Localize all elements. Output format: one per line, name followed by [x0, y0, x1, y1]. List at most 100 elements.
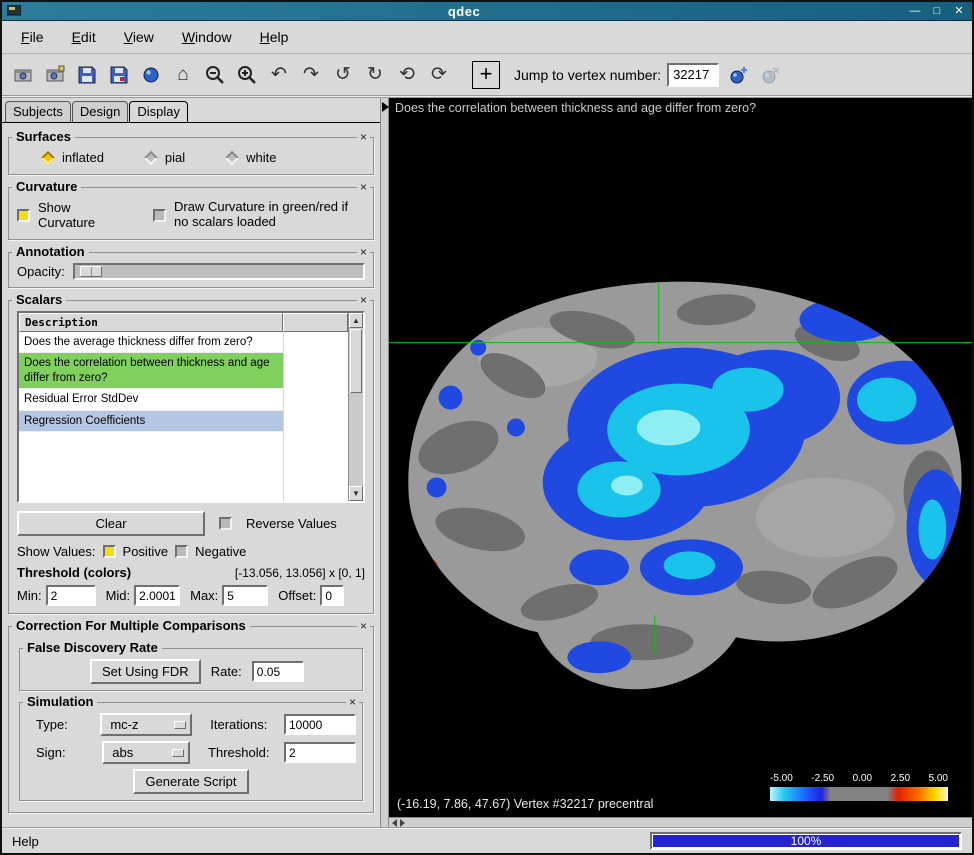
scalar-row-regression-coefficients[interactable]: Regression Coefficients [19, 411, 283, 432]
surfaces-close-icon[interactable]: × [357, 130, 370, 144]
max-input[interactable] [222, 585, 268, 606]
simulation-title: Simulation [23, 694, 97, 709]
type-dropdown[interactable]: mc-z [100, 713, 192, 736]
rate-input[interactable] [252, 661, 304, 682]
zoom-out-icon[interactable] [202, 62, 228, 88]
menu-file[interactable]: File [17, 27, 48, 47]
show-values-label: Show Values: [17, 544, 96, 559]
curvature-title: Curvature [12, 179, 81, 194]
correction-close-icon[interactable]: × [357, 619, 370, 633]
remove-marker-icon[interactable] [757, 62, 783, 88]
spin-ccw-icon[interactable]: ⟲ [394, 62, 420, 88]
curvature-group: Curvature × Show Curvature Draw Curvatur… [8, 187, 374, 240]
scalars-close-icon[interactable]: × [357, 293, 370, 307]
negative-checkbox[interactable] [175, 545, 188, 558]
surface-option-inflated[interactable]: inflated [43, 150, 104, 165]
surface-option-pial[interactable]: pial [146, 150, 185, 165]
draw-curvature-checkbox[interactable] [153, 209, 166, 222]
colorbar-gradient [770, 787, 948, 801]
scrollbar-up-icon[interactable]: ▲ [349, 313, 363, 328]
annotation-close-icon[interactable]: × [357, 245, 370, 259]
home-icon[interactable]: ⌂ [170, 62, 196, 88]
negative-label: Negative [195, 544, 246, 559]
rotate-right-icon[interactable]: ↷ [298, 62, 324, 88]
menu-view[interactable]: View [120, 27, 158, 47]
menu-window[interactable]: Window [178, 27, 236, 47]
sign-label: Sign: [26, 745, 96, 760]
curvature-close-icon[interactable]: × [357, 180, 370, 194]
save-scalars-icon[interactable] [106, 62, 132, 88]
show-curvature-checkbox[interactable] [17, 209, 30, 222]
save-surface-icon[interactable] [74, 62, 100, 88]
sign-value: abs [112, 745, 133, 760]
min-label: Min: [17, 588, 42, 603]
iterations-label: Iterations: [210, 717, 278, 732]
scrollbar-down-icon[interactable]: ▼ [349, 486, 363, 501]
opacity-slider-thumb[interactable] [80, 266, 102, 277]
rotate-up-icon[interactable]: ↺ [330, 62, 356, 88]
tab-display[interactable]: Display [129, 101, 188, 122]
scalar-row-avg-thickness[interactable]: Does the average thickness differ from z… [19, 332, 283, 353]
save-multiple-tiff-icon[interactable] [42, 62, 68, 88]
rotate-down-icon[interactable]: ↻ [362, 62, 388, 88]
menu-edit[interactable]: Edit [68, 27, 100, 47]
vertex-number-input[interactable] [667, 63, 719, 87]
scalar-row-correlation-selected[interactable]: Does the correlation between thickness a… [19, 353, 283, 389]
close-icon[interactable]: ✕ [951, 3, 967, 19]
fdr-title: False Discovery Rate [23, 640, 162, 655]
column-divider [283, 332, 284, 501]
save-tiff-icon[interactable] [10, 62, 36, 88]
menu-help[interactable]: Help [256, 27, 293, 47]
colorbar-label: -2.50 [811, 773, 834, 784]
scroll-right-icon[interactable] [400, 819, 405, 827]
annotation-title: Annotation [12, 244, 89, 259]
minimize-icon[interactable]: — [907, 3, 923, 19]
viewport-horizontal-scrollbar[interactable] [389, 817, 972, 827]
add-marker-icon[interactable] [725, 62, 751, 88]
maximize-icon[interactable]: □ [929, 3, 945, 19]
main-area: Subjects Design Display Surfaces × infla… [2, 97, 972, 827]
panel-sash[interactable] [380, 98, 389, 827]
crosshair-tool-icon[interactable]: + [472, 61, 500, 89]
tab-subjects[interactable]: Subjects [5, 101, 71, 122]
brain-render[interactable] [389, 98, 972, 817]
iterations-input[interactable] [284, 714, 356, 735]
surface-option-white[interactable]: white [227, 150, 276, 165]
rotate-left-icon[interactable]: ↶ [266, 62, 292, 88]
title-bar[interactable]: qdec — □ ✕ [2, 2, 972, 21]
positive-label: Positive [123, 544, 169, 559]
save-label-icon[interactable] [138, 62, 164, 88]
simulation-close-icon[interactable]: × [346, 695, 359, 709]
surfaces-group: Surfaces × inflated pial wh [8, 137, 374, 175]
scalars-scrollbar[interactable]: ▲ ▼ [348, 313, 363, 501]
generate-script-button[interactable]: Generate Script [133, 769, 248, 794]
clear-button[interactable]: Clear [17, 511, 205, 536]
description-column-header[interactable]: Description [19, 313, 283, 332]
opacity-slider[interactable] [73, 263, 365, 280]
empty-column-header[interactable] [283, 313, 348, 332]
sign-dropdown[interactable]: abs [102, 741, 190, 764]
scrollbar-thumb[interactable] [350, 329, 362, 393]
brain-viewport[interactable]: Does the correlation between thickness a… [389, 98, 972, 817]
radio-diamond-icon[interactable] [41, 150, 55, 164]
scalar-row-residual-stddev[interactable]: Residual Error StdDev [19, 389, 283, 410]
tab-design[interactable]: Design [72, 101, 128, 122]
set-using-fdr-button[interactable]: Set Using FDR [90, 659, 201, 684]
radio-diamond-icon[interactable] [144, 150, 158, 164]
offset-input[interactable] [320, 585, 344, 606]
sim-threshold-label: Threshold: [208, 745, 278, 760]
scroll-left-icon[interactable] [392, 819, 397, 827]
sash-collapse-icon[interactable] [382, 102, 389, 112]
positive-checkbox[interactable] [103, 545, 116, 558]
radio-diamond-icon[interactable] [225, 150, 239, 164]
sim-threshold-input[interactable] [284, 742, 356, 763]
colorbar: -5.00 -2.50 0.00 2.50 5.00 [770, 773, 948, 801]
zoom-in-icon[interactable] [234, 62, 260, 88]
min-input[interactable] [46, 585, 96, 606]
mid-input[interactable] [134, 585, 180, 606]
app-icon [7, 5, 21, 17]
reverse-values-checkbox[interactable] [219, 517, 232, 530]
spin-cw-icon[interactable]: ⟳ [426, 62, 452, 88]
toolbar: ⌂ ↶ ↷ ↺ ↻ ⟲ ⟳ + Jump to vertex number: [2, 54, 972, 97]
colorbar-label: 0.00 [853, 773, 872, 784]
